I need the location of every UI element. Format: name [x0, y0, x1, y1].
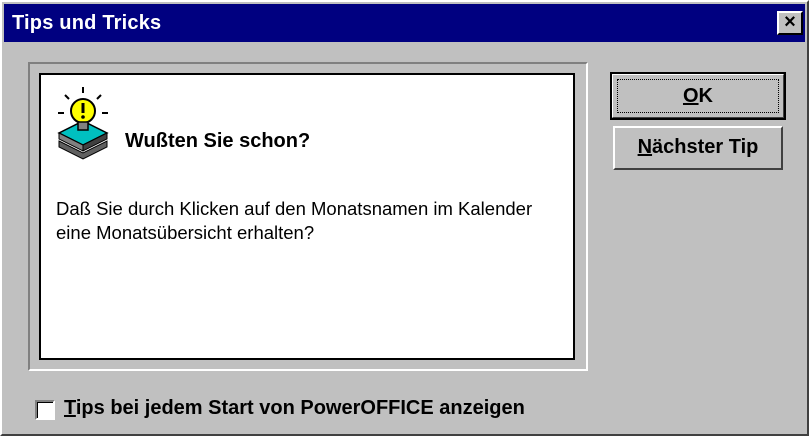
show-tips-label[interactable]: Tips bei jedem Start von PowerOFFICE anz… — [64, 397, 525, 420]
tip-frame: Wußten Sie schon? Daß Sie durch Klicken … — [28, 62, 588, 371]
ok-button-focus: OK — [617, 79, 779, 113]
close-button[interactable]: × — [777, 11, 803, 35]
next-tip-label-rest: ächster Tip — [652, 136, 759, 158]
tip-message: Daß Sie durch Klicken auf den Monatsname… — [56, 198, 533, 243]
show-tips-checkbox[interactable] — [35, 400, 55, 420]
show-tips-label-rest: ips bei jedem Start von PowerOFFICE anze… — [75, 397, 525, 419]
next-tip-button[interactable]: Nächster Tip — [613, 126, 783, 170]
tip-heading: Wußten Sie schon? — [125, 130, 311, 152]
lightbulb-icon — [57, 87, 109, 160]
show-tips-mnemonic: T — [64, 397, 76, 419]
next-tip-mnemonic: N — [637, 136, 653, 158]
ok-mnemonic: O — [682, 85, 699, 107]
window-title: Tips und Tricks — [12, 12, 162, 34]
ok-label-rest: K — [698, 85, 713, 107]
tip-panel: Wußten Sie schon? Daß Sie durch Klicken … — [39, 73, 575, 360]
tips-dialog: Tips und Tricks × Wußten Sie schon? Daß … — [0, 0, 809, 436]
close-icon: × — [784, 11, 796, 33]
ok-button[interactable]: OK — [610, 72, 786, 120]
title-bar[interactable]: Tips und Tricks × — [4, 4, 805, 42]
